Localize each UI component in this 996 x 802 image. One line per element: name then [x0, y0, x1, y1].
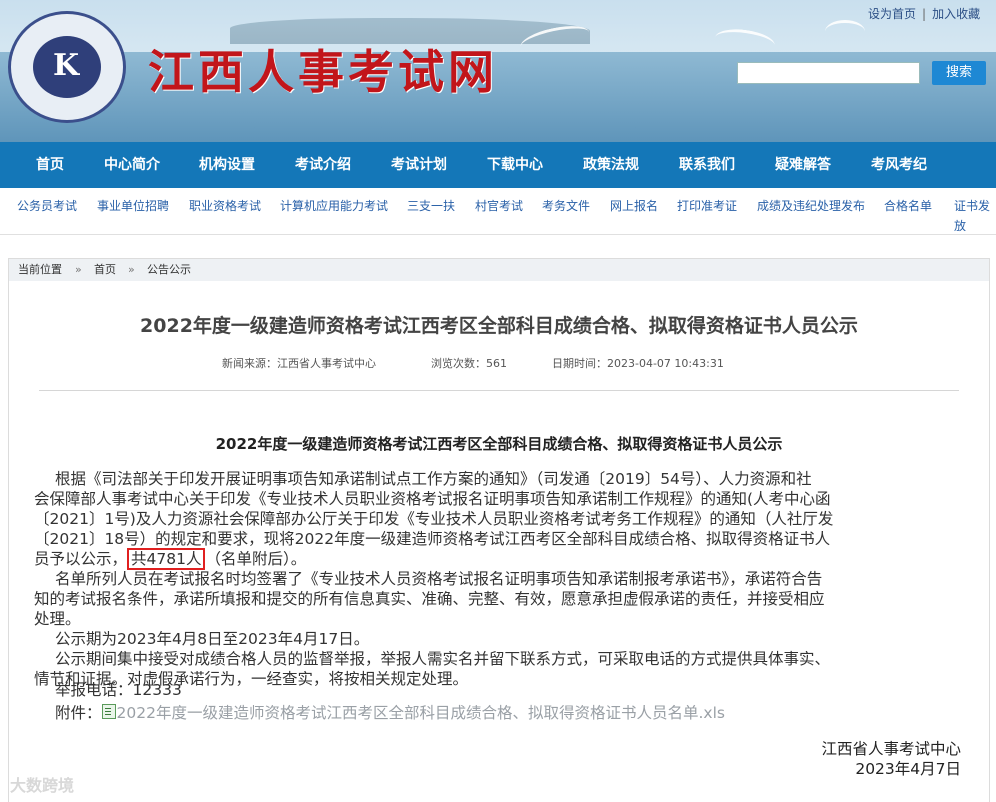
- content-title: 2022年度一级建造师资格考试江西考区全部科目成绩合格、拟取得资格证书人员公示: [215, 435, 783, 453]
- paragraph-commitment: 名单所列人员在考试报名时均签署了《专业技术人员资格考试报名证明事项告知承诺制报考…: [34, 569, 959, 629]
- breadcrumb-separator: »: [128, 263, 135, 276]
- nav-item-exam-plan[interactable]: 考试计划: [391, 142, 447, 188]
- paragraph-text: （名单附后）。: [205, 550, 307, 568]
- search-input[interactable]: [737, 62, 920, 84]
- breadcrumb: 当前位置 » 首页 » 公告公示: [9, 259, 989, 281]
- subnav-item-registration[interactable]: 网上报名: [610, 197, 658, 214]
- breadcrumb-label: 当前位置: [18, 263, 62, 276]
- nav-item-exam-intro[interactable]: 考试介绍: [295, 142, 351, 188]
- paragraph-text: 员予以公示，: [34, 550, 128, 568]
- site-logo[interactable]: K: [8, 11, 126, 123]
- report-phone: 举报电话：12333: [55, 681, 182, 699]
- top-links-separator: |: [922, 7, 927, 21]
- subnav-item-qualification[interactable]: 职业资格考试: [189, 197, 261, 214]
- breadcrumb-home-link[interactable]: 首页: [94, 259, 116, 281]
- breadcrumb-notices-link[interactable]: 公告公示: [147, 259, 191, 281]
- article-date: 日期时间：2023-04-07 10:43:31: [552, 357, 724, 370]
- article-source: 新闻来源：江西省人事考试中心: [222, 357, 376, 370]
- paragraph-line: 公示期为2023年4月8日至2023年4月17日。: [55, 630, 370, 648]
- attachment-label: 附件：: [55, 704, 102, 722]
- paragraph-line: 公示期间集中接受对成绩合格人员的监督举报，举报人需实名并留下联系方式，可采取电话…: [55, 650, 831, 668]
- paragraph-line: 〔2021〕1号)及人力资源社会保障部办公厅关于印发《专业技术人员职业资格考试考…: [34, 510, 834, 528]
- sub-nav: 公务员考试 事业单位招聘 职业资格考试 计算机应用能力考试 三支一扶 村官考试 …: [0, 188, 996, 235]
- logo-mark: K: [52, 48, 80, 83]
- site-title: 江西人事考试网: [148, 45, 498, 99]
- paragraph-phone: 举报电话：12333: [34, 680, 959, 700]
- signature-date: 2023年4月7日: [855, 760, 961, 778]
- logo-emblem: K: [33, 36, 101, 98]
- nav-item-home[interactable]: 首页: [36, 142, 64, 188]
- subnav-item-computer[interactable]: 计算机应用能力考试: [280, 197, 388, 214]
- subnav-item-institution[interactable]: 事业单位招聘: [97, 197, 169, 214]
- subnav-item-certificate-label: 证书发放: [954, 199, 991, 233]
- watermark: 大数跨境: [10, 776, 75, 795]
- subnav-item-sanzhi[interactable]: 三支一扶: [407, 197, 455, 214]
- nav-item-discipline[interactable]: 考风考纪: [871, 142, 927, 188]
- subnav-item-results[interactable]: 成绩及违纪处理发布: [757, 197, 865, 214]
- paragraph-line: 员予以公示， 共4781人 （名单附后）。: [34, 548, 959, 570]
- paragraph-line: 根据《司法部关于印发开展证明事项告知承诺制试点工作方案的通知》（司发通〔2019…: [55, 470, 812, 488]
- count-highlight: 共4781人: [127, 548, 206, 570]
- subnav-item-civil-service[interactable]: 公务员考试: [17, 197, 77, 214]
- nav-item-faq[interactable]: 疑难解答: [775, 142, 831, 188]
- nav-item-downloads[interactable]: 下载中心: [487, 142, 543, 188]
- paragraph-line: 处理。: [34, 610, 81, 628]
- paragraph-period: 公示期为2023年4月8日至2023年4月17日。: [34, 629, 959, 649]
- nav-item-about[interactable]: 中心简介: [104, 142, 160, 188]
- nav-item-organization[interactable]: 机构设置: [199, 142, 255, 188]
- paragraph-line: 会保障部人事考试中心关于印发《专业技术人员职业资格考试报名证明事项告知承诺制工作…: [34, 490, 831, 508]
- top-links: 设为首页 | 加入收藏: [868, 5, 980, 22]
- excel-file-icon: [101, 704, 116, 719]
- subnav-item-qualified-list[interactable]: 合格名单: [884, 197, 932, 214]
- signature-org: 江西省人事考试中心: [821, 740, 961, 758]
- subnav-item-certificate[interactable]: 证书发放: [954, 197, 994, 236]
- paragraph-basis: 根据《司法部关于印发开展证明事项告知承诺制试点工作方案的通知》（司发通〔2019…: [34, 469, 959, 570]
- subnav-item-village[interactable]: 村官考试: [475, 197, 523, 214]
- add-favorite-link[interactable]: 加入收藏: [932, 7, 980, 21]
- article-views: 浏览次数：561: [431, 357, 507, 370]
- bird-decoration: [825, 20, 865, 43]
- main-nav: 首页 中心简介 机构设置 考试介绍 考试计划 下载中心 政策法规 联系我们 疑难…: [0, 142, 996, 188]
- paragraph-line: 〔2021〕18号）的规定和要求，现将2022年度一级建造师资格考试江西考区全部…: [34, 530, 831, 548]
- subnav-item-documents[interactable]: 考务文件: [542, 197, 590, 214]
- article-panel: 当前位置 » 首页 » 公告公示 2022年度一级建造师资格考试江西考区全部科目…: [8, 258, 990, 802]
- paragraph-line: 知的考试报名条件，承诺所填报和提交的所有信息真实、准确、完整、有效，愿意承担虚假…: [34, 590, 825, 608]
- site-header: K 江西人事考试网 设为首页 | 加入收藏 搜索: [0, 0, 996, 142]
- breadcrumb-separator: »: [75, 263, 82, 276]
- set-homepage-link[interactable]: 设为首页: [868, 7, 916, 21]
- title-divider: [39, 390, 959, 391]
- paragraph-line: 名单所列人员在考试报名时均签署了《专业技术人员资格考试报名证明事项告知承诺制报考…: [55, 570, 823, 588]
- article-title: 2022年度一级建造师资格考试江西考区全部科目成绩合格、拟取得资格证书人员公示: [140, 315, 858, 337]
- attachment-link[interactable]: 2022年度一级建造师资格考试江西考区全部科目成绩合格、拟取得资格证书人员名单.…: [117, 704, 725, 722]
- search-button[interactable]: 搜索: [932, 61, 986, 85]
- nav-item-policies[interactable]: 政策法规: [583, 142, 639, 188]
- nav-item-contact[interactable]: 联系我们: [679, 142, 735, 188]
- attachment: 附件： 2022年度一级建造师资格考试江西考区全部科目成绩合格、拟取得资格证书人员…: [55, 701, 725, 723]
- subnav-item-admission-ticket[interactable]: 打印准考证: [677, 197, 737, 214]
